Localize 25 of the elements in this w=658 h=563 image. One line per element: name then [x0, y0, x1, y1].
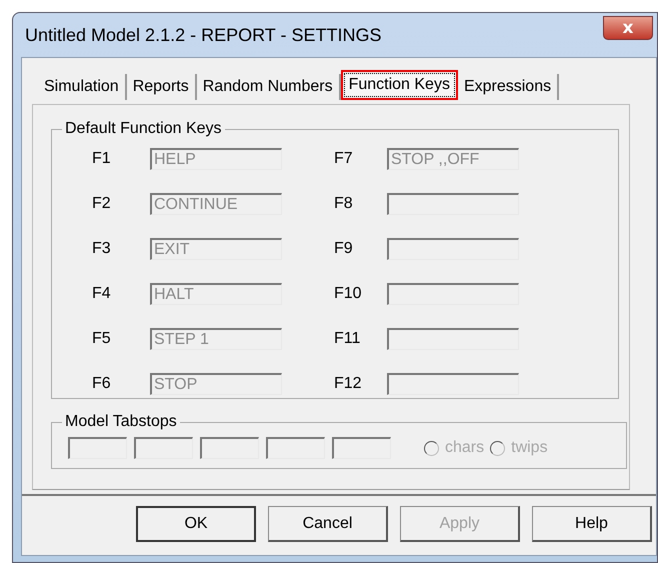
radio-label: twips: [511, 439, 548, 457]
tab[interactable]: Function Keys: [340, 70, 458, 100]
window-title: Untitled Model 2.1.2 - REPORT - SETTINGS: [24, 24, 382, 46]
tab[interactable]: Expressions: [458, 74, 560, 100]
close-button[interactable]: x: [603, 16, 653, 40]
key-label: F4: [92, 285, 112, 303]
key-label: F8: [333, 195, 354, 213]
key-label: F1: [92, 150, 112, 168]
key-label: F9: [333, 240, 354, 258]
dialog-button[interactable]: Help: [532, 506, 652, 542]
key-label: F12: [333, 375, 363, 393]
group-title: Default Function Keys: [62, 119, 225, 139]
dialog-button[interactable]: OK: [136, 506, 256, 542]
tab[interactable]: Reports: [126, 74, 197, 100]
key-label: F3: [92, 240, 112, 258]
key-label: F2: [92, 195, 112, 213]
key-label: F7: [333, 150, 354, 168]
key-label: F6: [92, 375, 112, 393]
key-label: F11: [333, 330, 362, 348]
tab[interactable]: Simulation: [38, 74, 127, 100]
dialog-button[interactable]: Cancel: [268, 506, 388, 542]
key-label: F5: [92, 330, 112, 348]
radio-label: chars: [445, 439, 484, 457]
group-title: Model Tabstops: [62, 412, 180, 432]
key-label: F10: [333, 285, 363, 303]
